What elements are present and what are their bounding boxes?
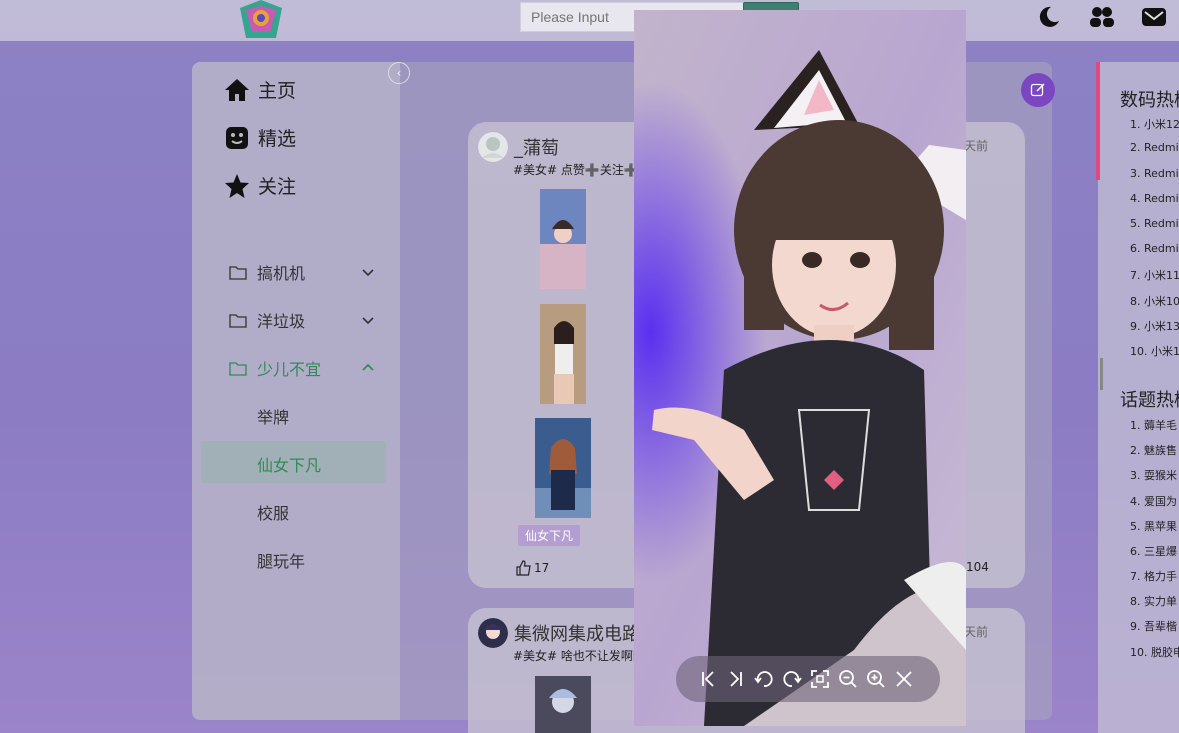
sidebar-item-home[interactable]: 主页 — [224, 76, 296, 103]
hot-list-item[interactable]: 2. 魅族售 — [1130, 442, 1177, 458]
hot-list-item[interactable]: 3. 耍猴米 — [1130, 467, 1177, 483]
sidebar-item-featured[interactable]: 精选 — [224, 124, 296, 151]
rotate-right-icon[interactable] — [780, 667, 804, 691]
sidebar-sub-xiaofu[interactable]: 校服 — [257, 500, 289, 524]
edit-icon — [1030, 83, 1045, 97]
last-icon[interactable] — [724, 667, 748, 691]
hot-list-item[interactable]: 9. 小米13 — [1130, 318, 1179, 334]
zoom-out-icon[interactable] — [836, 667, 860, 691]
sidebar-sub-jupai[interactable]: 举牌 — [257, 404, 289, 428]
like-button[interactable]: 17 — [515, 559, 549, 576]
hot-list-item[interactable]: 5. 黑苹果 — [1130, 518, 1177, 534]
category-badge[interactable]: 仙女下凡 — [518, 525, 580, 546]
group-label: 搞机机 — [257, 264, 306, 283]
group-label: 洋垃圾 — [257, 312, 306, 331]
post-author[interactable]: _蒲萄 — [514, 134, 559, 160]
chevron-up-icon — [362, 363, 374, 371]
collapse-sidebar-button[interactable]: ‹ — [388, 62, 410, 84]
sidebar-label-featured: 精选 — [258, 128, 297, 150]
chevron-down-icon — [362, 317, 374, 325]
hot-list-item[interactable]: 4. Redmi — [1130, 192, 1179, 205]
chevron-down-icon — [362, 269, 374, 277]
post-time: 天前 — [964, 139, 989, 153]
hot-list-item[interactable]: 6. Redmi — [1130, 242, 1179, 255]
hot-list-item[interactable]: 7. 格力手 — [1130, 568, 1177, 584]
star-icon — [225, 173, 249, 198]
hot-list-item[interactable]: 10. 小米1 — [1130, 343, 1179, 359]
hot-list-item[interactable]: 9. 吾辈楷 — [1130, 618, 1177, 634]
sidebar-group-yanglaji[interactable]: 洋垃圾 — [229, 308, 379, 332]
zoom-in-icon[interactable] — [864, 667, 888, 691]
sidebar-group-shaoerbuyi[interactable]: 少儿不宜 — [229, 356, 379, 380]
folder-icon — [229, 266, 247, 280]
post-image[interactable] — [540, 189, 586, 289]
sticker-icon — [226, 126, 248, 149]
group-label: 少儿不宜 — [257, 360, 322, 379]
site-logo[interactable] — [236, 0, 286, 38]
post-author[interactable]: 集微网集成电路 — [514, 620, 640, 646]
first-icon[interactable] — [696, 667, 720, 691]
sidebar-label-home: 主页 — [258, 80, 297, 102]
post-image[interactable] — [535, 676, 591, 733]
digital-hot-title: 数码热榜 — [1120, 90, 1179, 111]
users-icon[interactable] — [1088, 4, 1116, 30]
post-image[interactable] — [535, 418, 591, 518]
hot-list-item[interactable]: 6. 三星爆 — [1130, 543, 1177, 559]
comment-count: 104 — [966, 560, 989, 574]
mail-icon[interactable] — [1140, 4, 1168, 30]
rotate-left-icon[interactable] — [752, 667, 776, 691]
sidebar-label-following: 关注 — [258, 176, 297, 198]
post-image[interactable] — [540, 304, 586, 404]
hot-list-item[interactable]: 1. 小米12 — [1130, 116, 1179, 132]
avatar[interactable] — [478, 132, 508, 162]
hot-list-item[interactable]: 10. 脱胶申 — [1130, 644, 1179, 660]
fit-screen-icon[interactable] — [808, 667, 832, 691]
thumbs-up-icon — [516, 560, 531, 576]
hot-list-item[interactable]: 8. 小米10 — [1130, 293, 1179, 309]
image-viewer-photo[interactable] — [634, 10, 966, 726]
folder-icon — [229, 362, 247, 376]
scrollbar[interactable] — [1100, 358, 1103, 390]
hot-list-item[interactable]: 2. Redmi — [1130, 141, 1179, 154]
sidebar — [192, 62, 400, 720]
close-icon[interactable] — [892, 667, 916, 691]
home-icon — [225, 78, 249, 101]
sidebar-sub-tuiwannian[interactable]: 腿玩年 — [257, 548, 305, 572]
topic-hot-title: 话题热榜 — [1120, 390, 1179, 411]
like-count: 17 — [534, 560, 550, 575]
post-time: 天前 — [964, 625, 989, 639]
post-text: #美女# 点赞➕关注➕ — [513, 163, 639, 177]
avatar[interactable] — [478, 618, 508, 648]
hot-list-item[interactable]: 4. 爱国为 — [1130, 493, 1177, 509]
new-post-button[interactable] — [1021, 73, 1055, 107]
sidebar-group-gaojiji[interactable]: 搞机机 — [229, 260, 379, 284]
sidebar-sub-xiannv[interactable]: 仙女下凡 — [257, 452, 321, 476]
image-viewer-toolbar — [676, 656, 940, 702]
hot-list-item[interactable]: 7. 小米11 — [1130, 267, 1179, 283]
hot-list-item[interactable]: 5. Redmi — [1130, 217, 1179, 230]
hot-list-item[interactable]: 1. 薅羊毛 — [1130, 417, 1177, 433]
folder-icon — [229, 314, 247, 328]
post-text: #美女# 啥也不让发啊[美 — [513, 649, 650, 663]
hot-list-item[interactable]: 8. 实力单 — [1130, 593, 1177, 609]
accent-bar — [1096, 62, 1100, 180]
moon-icon[interactable] — [1035, 4, 1063, 30]
hot-list-item[interactable]: 3. Redmi — [1130, 167, 1179, 180]
sidebar-item-following[interactable]: 关注 — [224, 172, 296, 199]
